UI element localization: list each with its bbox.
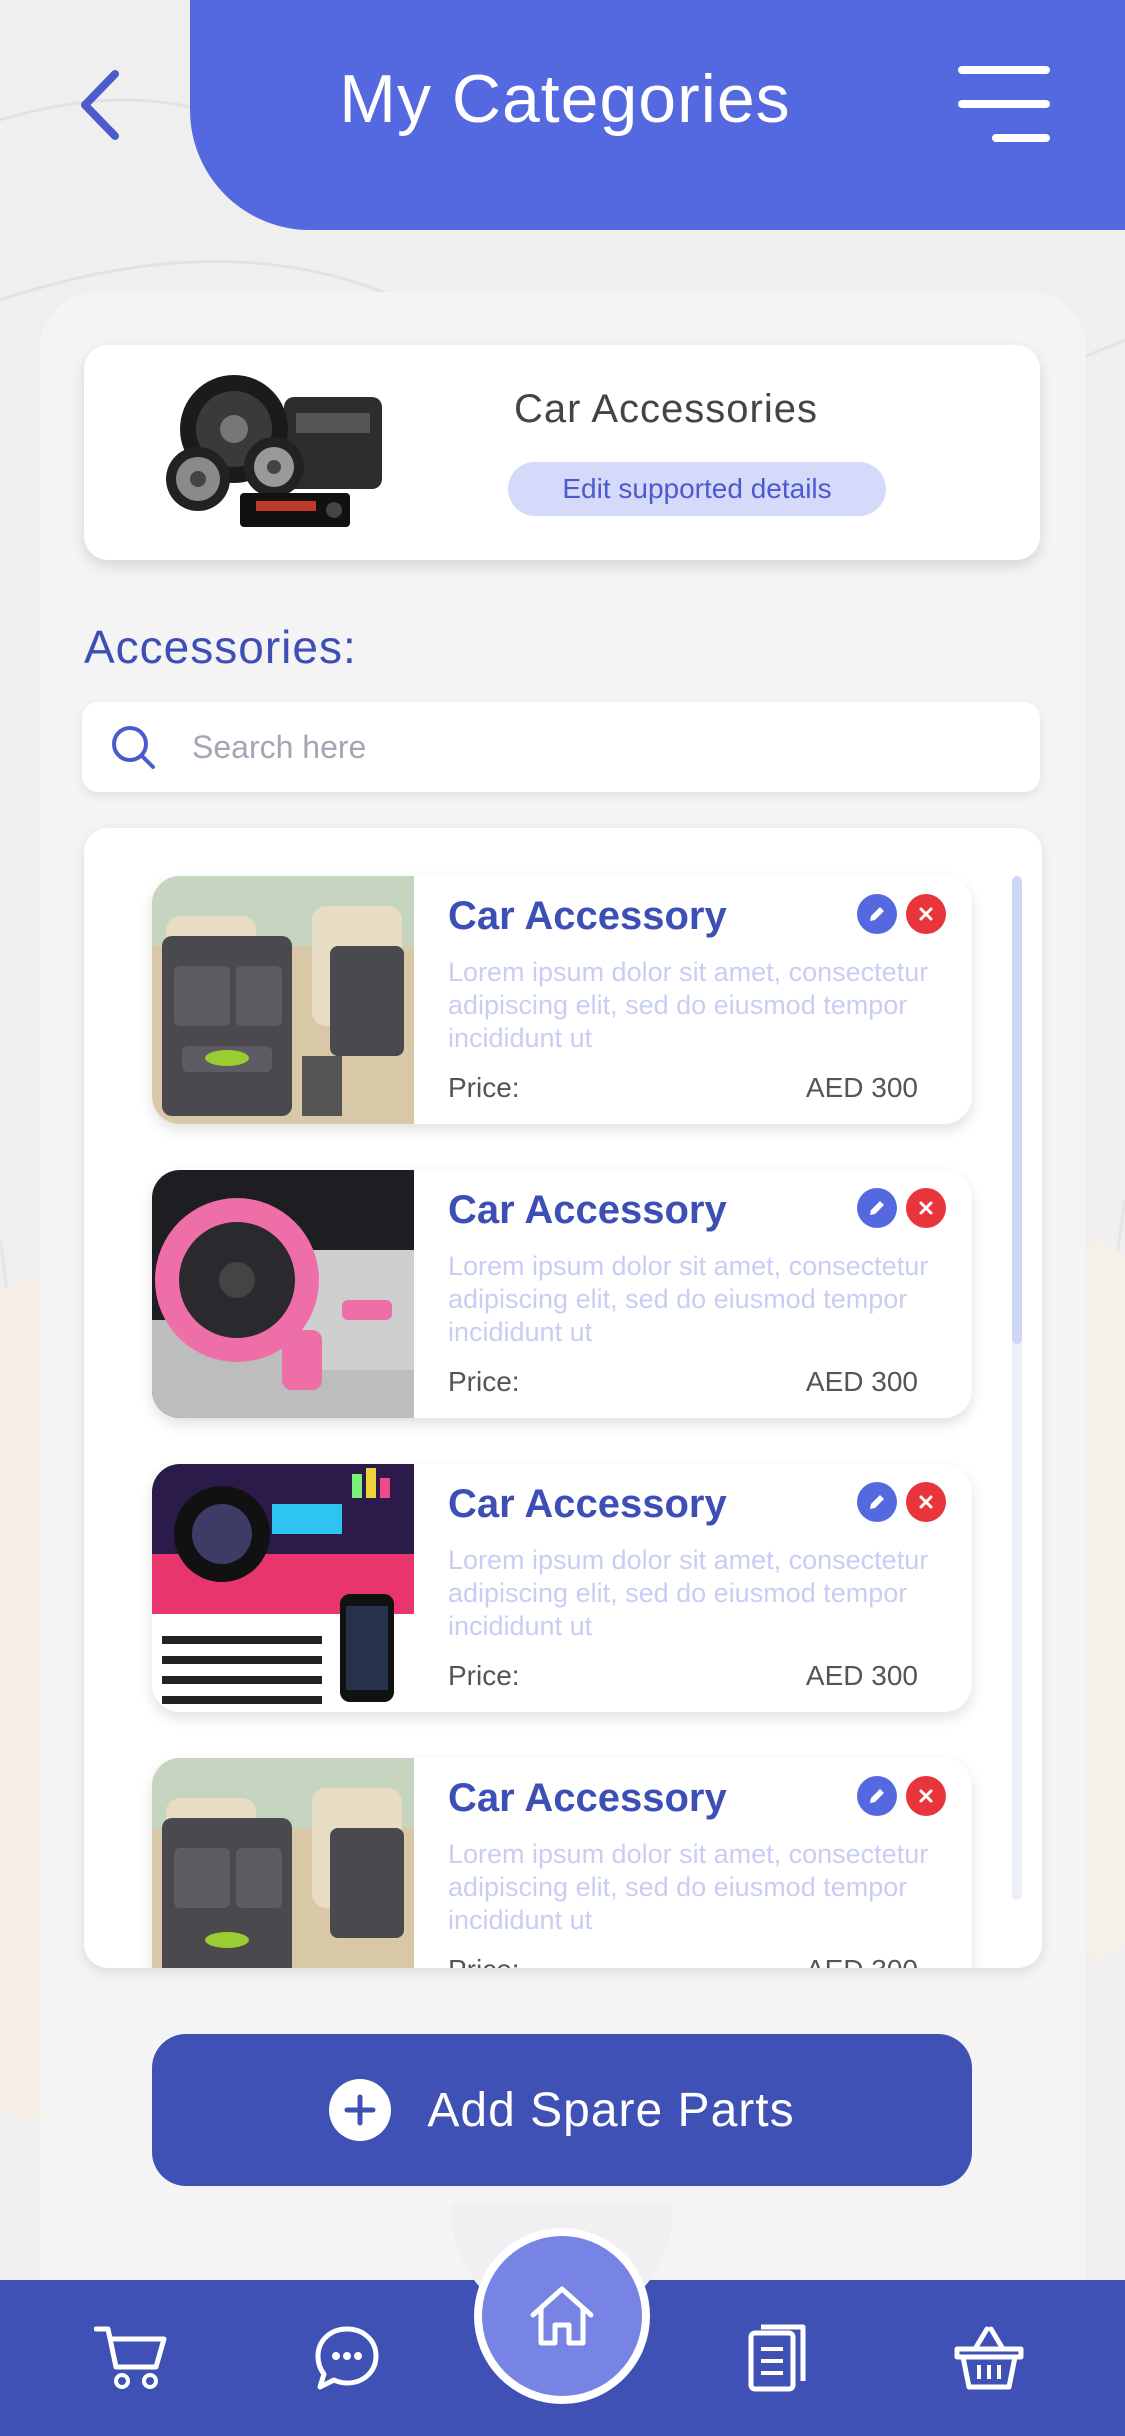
list-item[interactable]: Car Accessory Lorem ipsum dolor sit amet… (152, 1170, 972, 1418)
hamburger-line (992, 134, 1050, 142)
item-description: Lorem ipsum dolor sit amet, consectetur … (448, 1839, 929, 1935)
plus-glyph (344, 2094, 376, 2126)
delete-button[interactable] (906, 894, 946, 934)
item-price: AED 300 (806, 1954, 918, 1968)
section-label: Accessories: (84, 621, 357, 673)
close-icon (919, 1201, 933, 1215)
edit-button[interactable] (857, 1188, 897, 1228)
item-price: AED 300 (805, 1366, 918, 1397)
edit-button[interactable] (857, 894, 897, 934)
item-title: Car Accessory (448, 1188, 727, 1232)
list-item[interactable]: Car Accessory Lorem ipsum dolor sit amet… (152, 1758, 972, 1968)
nav-documents[interactable] (732, 2318, 822, 2398)
item-title: Car Accessory (448, 894, 727, 938)
accessories-list[interactable]: Car Accessory Lorem ipsum dolor sit amet… (84, 828, 1042, 1968)
pink-steering-cover-image (152, 1170, 414, 1418)
edit-button[interactable] (857, 1776, 897, 1816)
item-price-label: Price: (448, 1366, 520, 1397)
item-price-label: Price: (448, 1954, 520, 1968)
close-icon (919, 1495, 933, 1509)
search-bar (82, 702, 1040, 792)
item-title: Car Accessory (448, 1482, 727, 1526)
pencil-icon (870, 1201, 884, 1215)
cart-icon (94, 2326, 167, 2389)
item-price: AED 300 (805, 1072, 918, 1103)
chat-icon (315, 2326, 379, 2390)
basket-icon (954, 2326, 1024, 2390)
list-item[interactable]: Car Accessory Lorem ipsum dolor sit amet… (152, 876, 972, 1124)
item-price: AED 300 (805, 1660, 918, 1691)
plus-icon (329, 2079, 392, 2141)
item-title: Car Accessory (448, 1776, 727, 1820)
pencil-icon (870, 1789, 884, 1803)
car-audio-speakers-image (166, 375, 382, 527)
hamburger-line (958, 100, 1050, 108)
scrollbar-thumb[interactable] (1012, 876, 1022, 1344)
seat-back-organizer-image (152, 876, 414, 1124)
item-price-label: Price: (448, 1660, 520, 1691)
edit-details-button[interactable]: Edit supported details (508, 462, 886, 516)
close-icon (919, 1789, 933, 1803)
add-button-label: Add Spare Parts (427, 2083, 795, 2137)
delete-button[interactable] (906, 1188, 946, 1228)
item-description: Lorem ipsum dolor sit amet, consectetur … (448, 1545, 929, 1641)
search-icon (112, 726, 155, 769)
delete-button[interactable] (906, 1482, 946, 1522)
seat-back-organizer-image (152, 1758, 414, 1968)
chevron-left-icon (81, 70, 119, 140)
nav-chat[interactable] (302, 2318, 392, 2398)
documents-icon (748, 2324, 806, 2392)
delete-button[interactable] (906, 1776, 946, 1816)
category-card: Car Accessories Edit supported details (84, 345, 1040, 560)
search-input[interactable] (192, 718, 992, 776)
pencil-icon (870, 1495, 884, 1509)
back-button[interactable] (60, 60, 140, 150)
add-spare-parts-button[interactable]: Add Spare Parts (152, 2034, 972, 2186)
item-description: Lorem ipsum dolor sit amet, consectetur … (448, 1251, 929, 1347)
home-icon (530, 2286, 594, 2346)
nav-home[interactable] (474, 2228, 650, 2404)
close-icon (919, 907, 933, 921)
led-interior-lights-image (152, 1464, 414, 1712)
page-title: My Categories (339, 61, 791, 137)
edit-button[interactable] (857, 1482, 897, 1522)
category-title: Car Accessories (514, 387, 818, 431)
list-item[interactable]: Car Accessory Lorem ipsum dolor sit amet… (152, 1464, 972, 1712)
pencil-icon (870, 907, 884, 921)
item-description: Lorem ipsum dolor sit amet, consectetur … (448, 957, 929, 1053)
item-price-label: Price: (448, 1072, 520, 1103)
nav-basket[interactable] (944, 2318, 1034, 2398)
nav-cart[interactable] (86, 2318, 176, 2398)
menu-button[interactable] (950, 66, 1050, 142)
hamburger-menu-icon (958, 66, 1050, 74)
